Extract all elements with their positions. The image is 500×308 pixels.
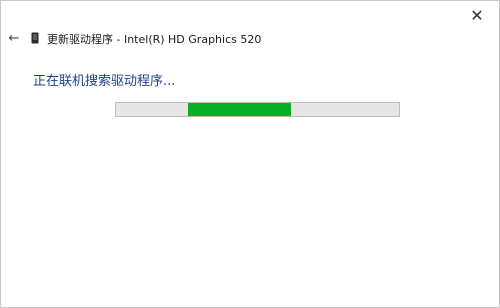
- back-button[interactable]: ←: [5, 29, 23, 47]
- dialog-window: ✕ ← 更新驱动程序 - Intel(R) HD Graphics 520 正在…: [0, 0, 500, 308]
- close-icon: ✕: [470, 5, 484, 25]
- progress-bar: [115, 102, 400, 117]
- dialog-title: 更新驱动程序 - Intel(R) HD Graphics 520: [47, 33, 262, 46]
- status-text: 正在联机搜索驱动程序...: [33, 74, 176, 89]
- arrow-left-icon: ←: [8, 30, 20, 46]
- display-adapter-icon: [31, 32, 39, 44]
- progress-chunk: [188, 103, 292, 116]
- close-button[interactable]: ✕: [455, 1, 499, 29]
